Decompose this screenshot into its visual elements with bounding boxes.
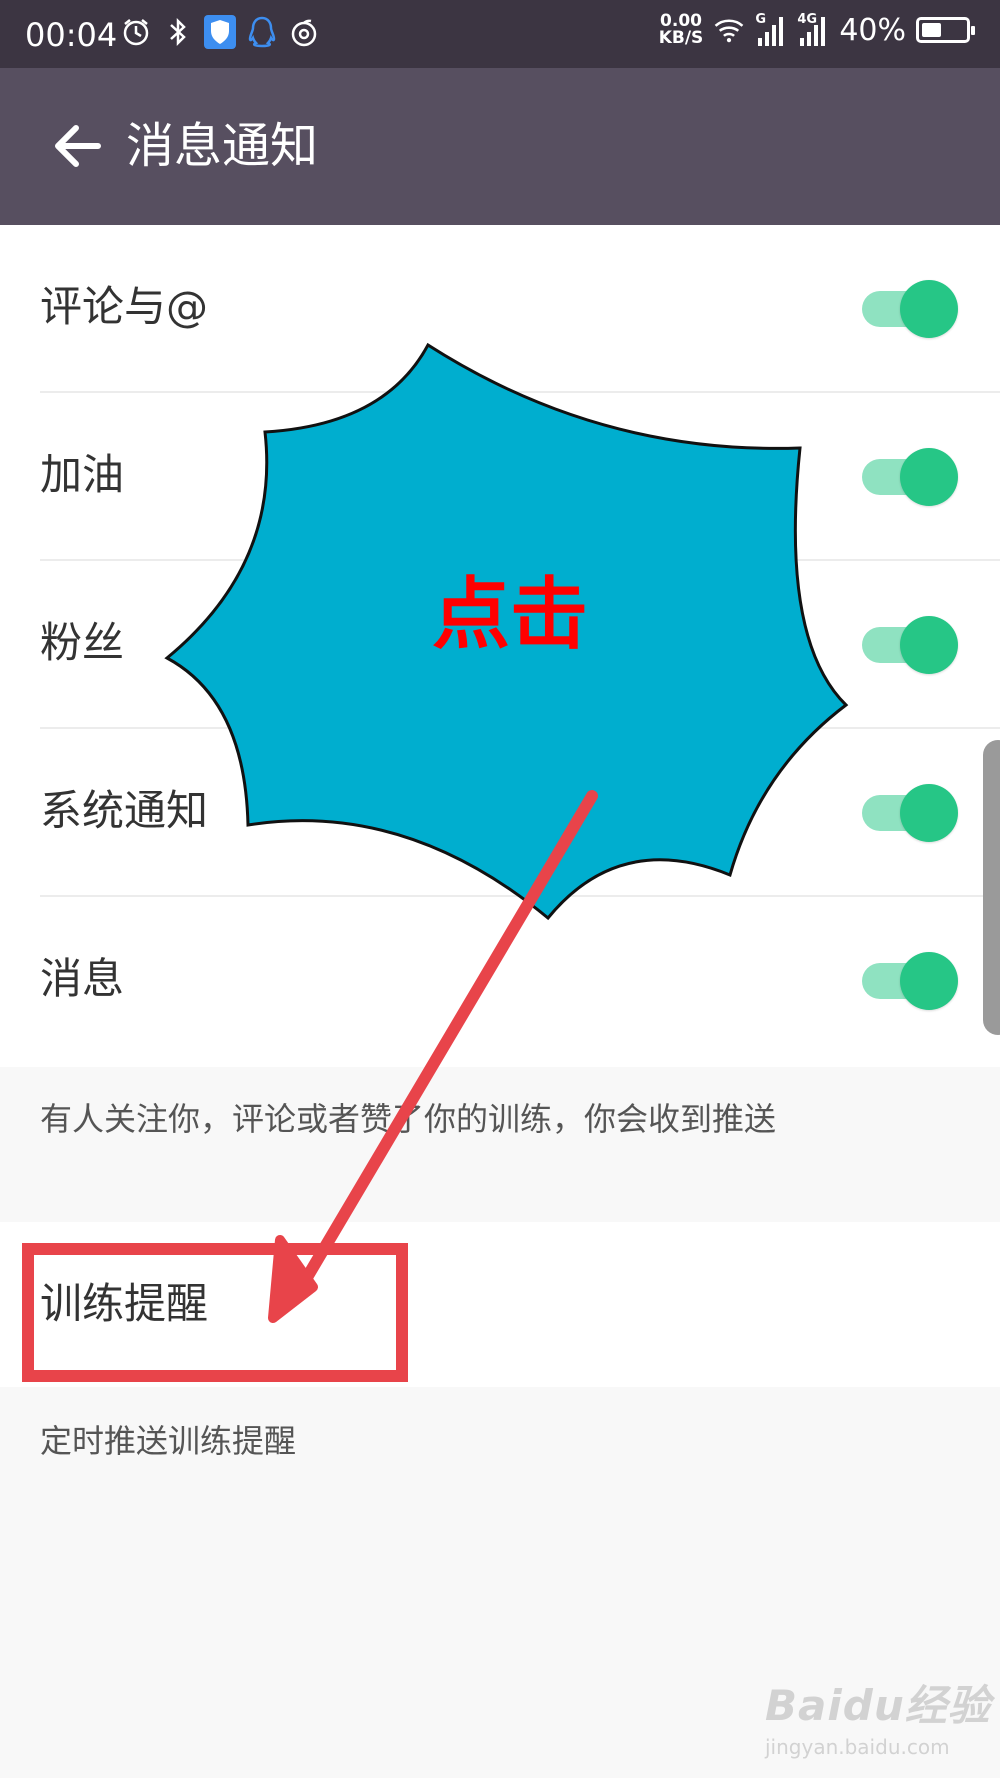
wifi-icon — [713, 12, 745, 48]
list-item-comments: 评论与@ — [0, 225, 1000, 393]
status-time: 00:04 — [25, 16, 118, 54]
training-reminder-item[interactable]: 训练提醒 — [0, 1222, 1000, 1387]
status-left-icons — [120, 14, 320, 50]
list-item-system: 系统通知 — [0, 729, 1000, 897]
status-bar: 00:04 0.00 KB/S G 4G 40% — [0, 0, 1000, 68]
app-bar: 消息通知 — [0, 68, 1000, 225]
toggle-switch[interactable] — [860, 280, 964, 338]
speed-unit: KB/S — [658, 28, 704, 48]
training-reminder-label: 训练提醒 — [40, 1279, 209, 1328]
notification-label: 系统通知 — [40, 786, 209, 835]
training-reminder-hint: 定时推送训练提醒 — [40, 1422, 297, 1460]
notification-label: 粉丝 — [40, 618, 125, 667]
notification-label: 加油 — [40, 450, 125, 499]
toggle-switch[interactable] — [860, 616, 964, 674]
signal-icon: G — [755, 12, 787, 48]
signal-4g-icon: 4G — [797, 12, 829, 48]
qq-icon — [246, 14, 278, 50]
bluetooth-icon — [162, 14, 194, 50]
network-g-label: G — [755, 12, 766, 27]
alarm-icon — [120, 14, 152, 50]
watermark-logo: Baidu经验 — [765, 1681, 991, 1730]
toggle-switch[interactable] — [860, 448, 964, 506]
scrollbar[interactable] — [983, 740, 1000, 1035]
back-button[interactable] — [50, 116, 110, 176]
toggle-switch[interactable] — [860, 952, 964, 1010]
watermark-url: jingyan.baidu.com — [765, 1735, 950, 1759]
battery-percent: 40% — [839, 12, 906, 48]
battery-icon — [916, 17, 975, 43]
notification-label: 消息 — [40, 954, 125, 1003]
watermark: Baidu经验 jingyan.baidu.com — [765, 1672, 991, 1759]
network-speed: 0.00 KB/S — [659, 13, 704, 47]
list-item-cheer: 加油 — [0, 393, 1000, 561]
callout-text: 点击 — [432, 570, 589, 660]
list-item-messages: 消息 — [0, 897, 1000, 1065]
toggle-switch[interactable] — [860, 784, 964, 842]
netease-icon — [288, 14, 320, 50]
network-4g-label: 4G — [797, 12, 818, 27]
page-title: 消息通知 — [126, 118, 319, 174]
shield-icon — [204, 14, 236, 50]
status-right-icons: 0.00 KB/S G 4G 40% — [659, 12, 975, 48]
notification-hint: 有人关注你，评论或者赞了你的训练，你会收到推送 — [40, 1100, 777, 1138]
notification-label: 评论与@ — [40, 282, 209, 331]
arrow-left-icon — [50, 125, 110, 180]
